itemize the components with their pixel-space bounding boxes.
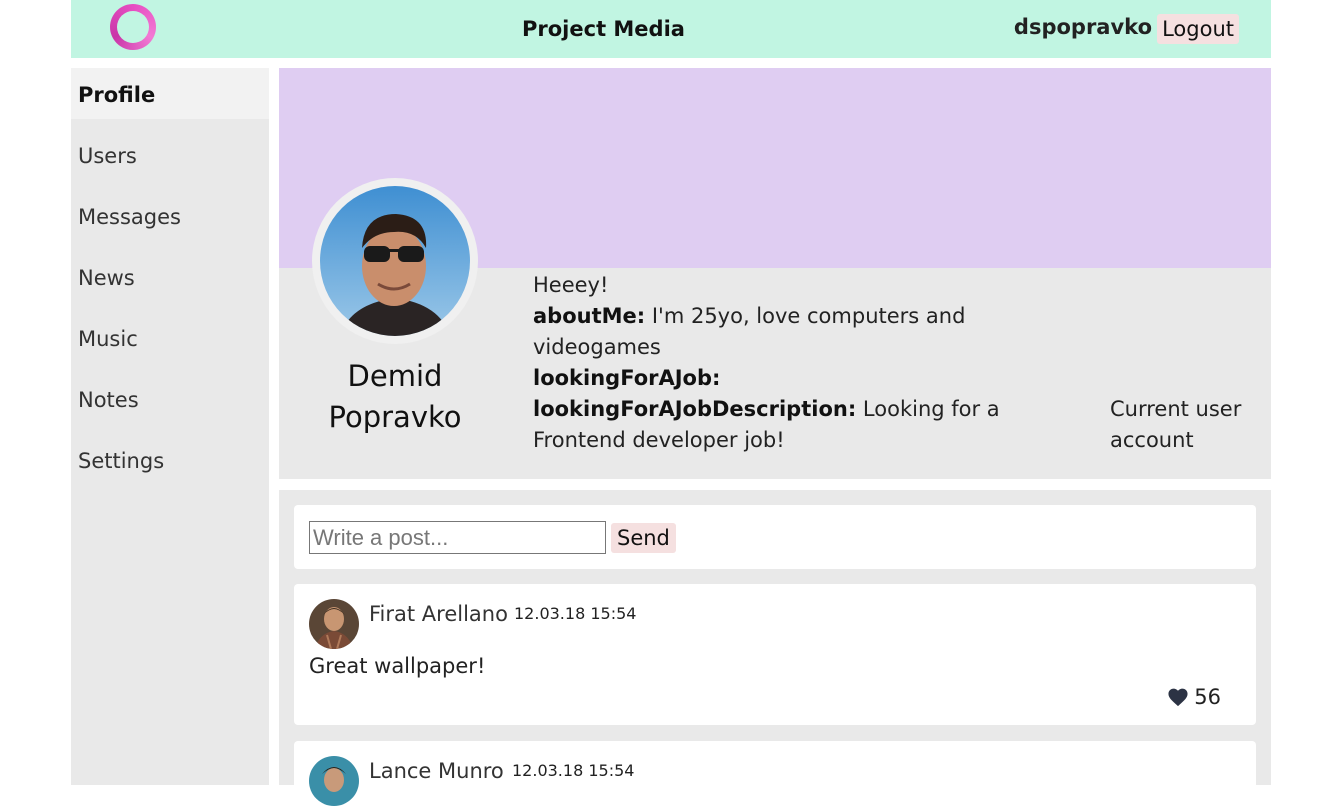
send-button[interactable]: Send bbox=[611, 523, 676, 553]
about-me-row: aboutMe: I'm 25yo, love computers and vi… bbox=[533, 301, 1013, 363]
looking-for-job-row: lookingForAJob: bbox=[533, 363, 1013, 394]
sidebar-item-notes[interactable]: Notes bbox=[71, 373, 269, 434]
profile-name: Demid Popravko bbox=[328, 359, 462, 434]
new-post-form: Send bbox=[294, 505, 1256, 569]
sidebar-item-profile[interactable]: Profile bbox=[71, 68, 269, 119]
post-card: Lance Munro 12.03.18 15:54 bbox=[294, 741, 1256, 806]
sidebar-item-news[interactable]: News bbox=[71, 251, 269, 312]
like-button[interactable]: 56 bbox=[1167, 685, 1221, 709]
avatar bbox=[309, 599, 359, 649]
sidebar-item-settings[interactable]: Settings bbox=[71, 434, 269, 495]
looking-for-job-description-key: lookingForAJobDescription: bbox=[533, 397, 857, 421]
profile-info: aboutMe: I'm 25yo, love computers and vi… bbox=[533, 301, 1013, 456]
like-count: 56 bbox=[1194, 685, 1221, 709]
post-text: Great wallpaper! bbox=[309, 654, 486, 678]
sidebar-item-messages[interactable]: Messages bbox=[71, 190, 269, 251]
heart-icon bbox=[1168, 688, 1188, 707]
post-card: Firat Arellano 12.03.18 15:54 Great wall… bbox=[294, 584, 1256, 725]
post-time: 12.03.18 15:54 bbox=[512, 761, 635, 780]
post-author[interactable]: Firat Arellano bbox=[369, 602, 508, 626]
avatar-photo bbox=[320, 186, 470, 336]
sidebar-item-music[interactable]: Music bbox=[71, 312, 269, 373]
logout-button[interactable]: Logout bbox=[1157, 14, 1239, 44]
about-me-key: aboutMe: bbox=[533, 304, 646, 328]
post-time: 12.03.18 15:54 bbox=[514, 604, 637, 623]
looking-for-job-description-row: lookingForAJobDescription: Looking for a… bbox=[533, 394, 1013, 456]
sidebar-item-users[interactable]: Users bbox=[71, 129, 269, 190]
current-user-note: Current user account bbox=[1110, 397, 1242, 452]
looking-for-job-key: lookingForAJob: bbox=[533, 366, 721, 390]
profile-avatar bbox=[312, 178, 478, 344]
post-input[interactable] bbox=[309, 521, 606, 554]
avatar bbox=[309, 756, 359, 806]
app-title: Project Media bbox=[522, 17, 685, 41]
header: Project Media dspopravko Logout bbox=[71, 0, 1271, 58]
username-label: dspopravko bbox=[1013, 15, 1152, 39]
post-author[interactable]: Lance Munro bbox=[369, 759, 504, 783]
ring-logo-icon[interactable] bbox=[110, 4, 156, 50]
profile-status[interactable]: Heeey! bbox=[533, 270, 608, 301]
sidebar: Profile Users Messages News Music Notes … bbox=[71, 68, 269, 785]
